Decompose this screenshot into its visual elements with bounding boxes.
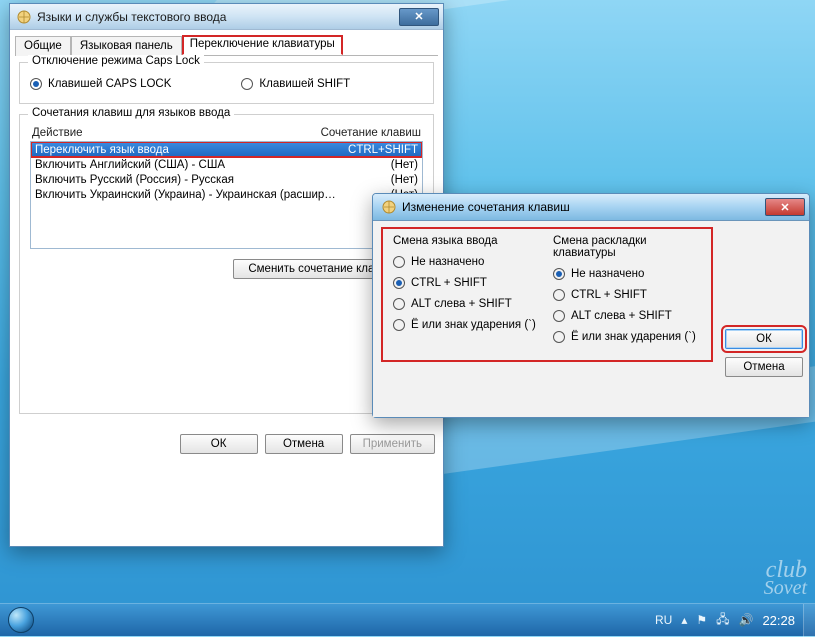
app-icon [381, 199, 397, 215]
radio-dot-icon [393, 277, 405, 289]
radio-dot-icon [393, 298, 405, 310]
list-item[interactable]: Включить Русский (Россия) - Русская (Нет… [31, 172, 422, 187]
radio-label: Клавишей CAPS LOCK [48, 78, 171, 90]
radio-ctrl-shift[interactable]: CTRL + SHIFT [553, 289, 701, 301]
show-hidden-icons-icon[interactable]: ▴ [681, 613, 687, 627]
dialog2-buttons: ОК Отмена [725, 329, 801, 377]
ok-button[interactable]: ОК [725, 329, 803, 349]
radio-dot-icon [393, 256, 405, 268]
watermark-line1: club [766, 557, 807, 583]
col-title: Смена языка ввода [393, 235, 541, 247]
col-title: Смена раскладки клавиатуры [553, 235, 701, 259]
col-action: Действие [32, 127, 321, 139]
titlebar[interactable]: Языки и службы текстового ввода ✕ [10, 4, 443, 30]
group-caps-lock: Отключение режима Caps Lock Клавишей CAP… [19, 62, 434, 104]
radio-label: Ё или знак ударения (`) [411, 319, 536, 331]
tab-language-bar[interactable]: Языковая панель [71, 36, 182, 56]
lang-indicator[interactable]: RU [655, 613, 672, 627]
list-item[interactable]: Переключить язык ввода CTRL+SHIFT [31, 142, 422, 157]
cancel-button[interactable]: Отмена [725, 357, 803, 377]
tab-general[interactable]: Общие [15, 36, 71, 56]
tabstrip: Общие Языковая панель Переключение клави… [15, 35, 438, 56]
app-icon [16, 9, 32, 25]
radio-grave[interactable]: Ё или знак ударения (`) [393, 319, 541, 331]
cancel-button[interactable]: Отмена [265, 434, 343, 454]
group-lang-legend: Сочетания клавиш для языков ввода [28, 107, 234, 119]
volume-icon[interactable]: 🔊 [739, 613, 754, 627]
radio-dot-icon [553, 289, 565, 301]
radio-label: Ё или знак ударения (`) [571, 331, 696, 343]
list-item[interactable]: Включить Украинский (Украина) - Украинск… [31, 187, 422, 202]
radio-label: ALT слева + SHIFT [571, 310, 672, 322]
radio-label: CTRL + SHIFT [571, 289, 647, 301]
radio-label: Клавишей SHIFT [259, 78, 350, 90]
tab-keyboard-switching[interactable]: Переключение клавиатуры [182, 35, 343, 55]
dialog-change-hotkey: Изменение сочетания клавиш ✕ Смена языка… [372, 193, 810, 418]
hotkey-list[interactable]: Переключить язык ввода CTRL+SHIFT Включи… [30, 141, 423, 249]
col-input-language: Смена языка ввода Не назначено CTRL + SH… [387, 231, 547, 356]
col-keyboard-layout: Смена раскладки клавиатуры Не назначено … [547, 231, 707, 356]
item-action: Включить Русский (Россия) - Русская [35, 174, 391, 186]
windows-orb-icon [8, 607, 34, 633]
radio-ctrl-shift[interactable]: CTRL + SHIFT [393, 277, 541, 289]
radio-none[interactable]: Не назначено [393, 256, 541, 268]
radio-label: Не назначено [411, 256, 484, 268]
start-button[interactable] [0, 604, 42, 637]
item-combo: CTRL+SHIFT [348, 144, 418, 156]
radio-none[interactable]: Не назначено [553, 268, 701, 280]
radio-dot-icon [30, 78, 42, 90]
watermark: club Sovet [764, 560, 807, 598]
radio-dot-icon [553, 268, 565, 280]
item-action: Включить Английский (США) - США [35, 159, 391, 171]
radio-caps-lock-key[interactable]: Клавишей CAPS LOCK [30, 78, 171, 90]
clock[interactable]: 22:28 [762, 613, 795, 628]
radio-dot-icon [393, 319, 405, 331]
group-caps-legend: Отключение режима Caps Lock [28, 55, 204, 67]
col-combo: Сочетание клавиш [321, 127, 421, 139]
radio-label: ALT слева + SHIFT [411, 298, 512, 310]
radio-grave[interactable]: Ё или знак ударения (`) [553, 331, 701, 343]
radio-dot-icon [553, 310, 565, 322]
item-combo: (Нет) [391, 159, 418, 171]
radio-dot-icon [553, 331, 565, 343]
watermark-line2: Sovet [764, 578, 807, 598]
radio-alt-shift[interactable]: ALT слева + SHIFT [553, 310, 701, 322]
radio-dot-icon [241, 78, 253, 90]
item-action: Переключить язык ввода [35, 144, 348, 156]
system-tray: RU ▴ ⚑ 🖧 🔊 22:28 [655, 610, 803, 631]
item-combo: (Нет) [391, 174, 418, 186]
apply-button[interactable]: Применить [350, 434, 435, 454]
network-icon[interactable]: 🖧 [716, 610, 729, 631]
show-desktop-button[interactable] [803, 604, 815, 637]
hotkey-columns: Смена языка ввода Не назначено CTRL + SH… [381, 227, 713, 362]
taskbar[interactable]: RU ▴ ⚑ 🖧 🔊 22:28 [0, 603, 815, 636]
close-button[interactable]: ✕ [765, 198, 805, 216]
radio-alt-shift[interactable]: ALT слева + SHIFT [393, 298, 541, 310]
flag-icon[interactable]: ⚑ [696, 613, 707, 627]
ok-button[interactable]: ОК [180, 434, 258, 454]
radio-label: CTRL + SHIFT [411, 277, 487, 289]
dialog-footer: ОК Отмена Применить [10, 424, 443, 464]
window-title: Изменение сочетания клавиш [402, 200, 570, 214]
list-item[interactable]: Включить Английский (США) - США (Нет) [31, 157, 422, 172]
item-action: Включить Украинский (Украина) - Украинск… [35, 189, 391, 201]
radio-label: Не назначено [571, 268, 644, 280]
titlebar[interactable]: Изменение сочетания клавиш ✕ [373, 194, 809, 221]
close-button[interactable]: ✕ [399, 8, 439, 26]
radio-shift-key[interactable]: Клавишей SHIFT [241, 78, 350, 90]
list-header: Действие Сочетание клавиш [30, 127, 423, 141]
window-title: Языки и службы текстового ввода [37, 10, 226, 24]
